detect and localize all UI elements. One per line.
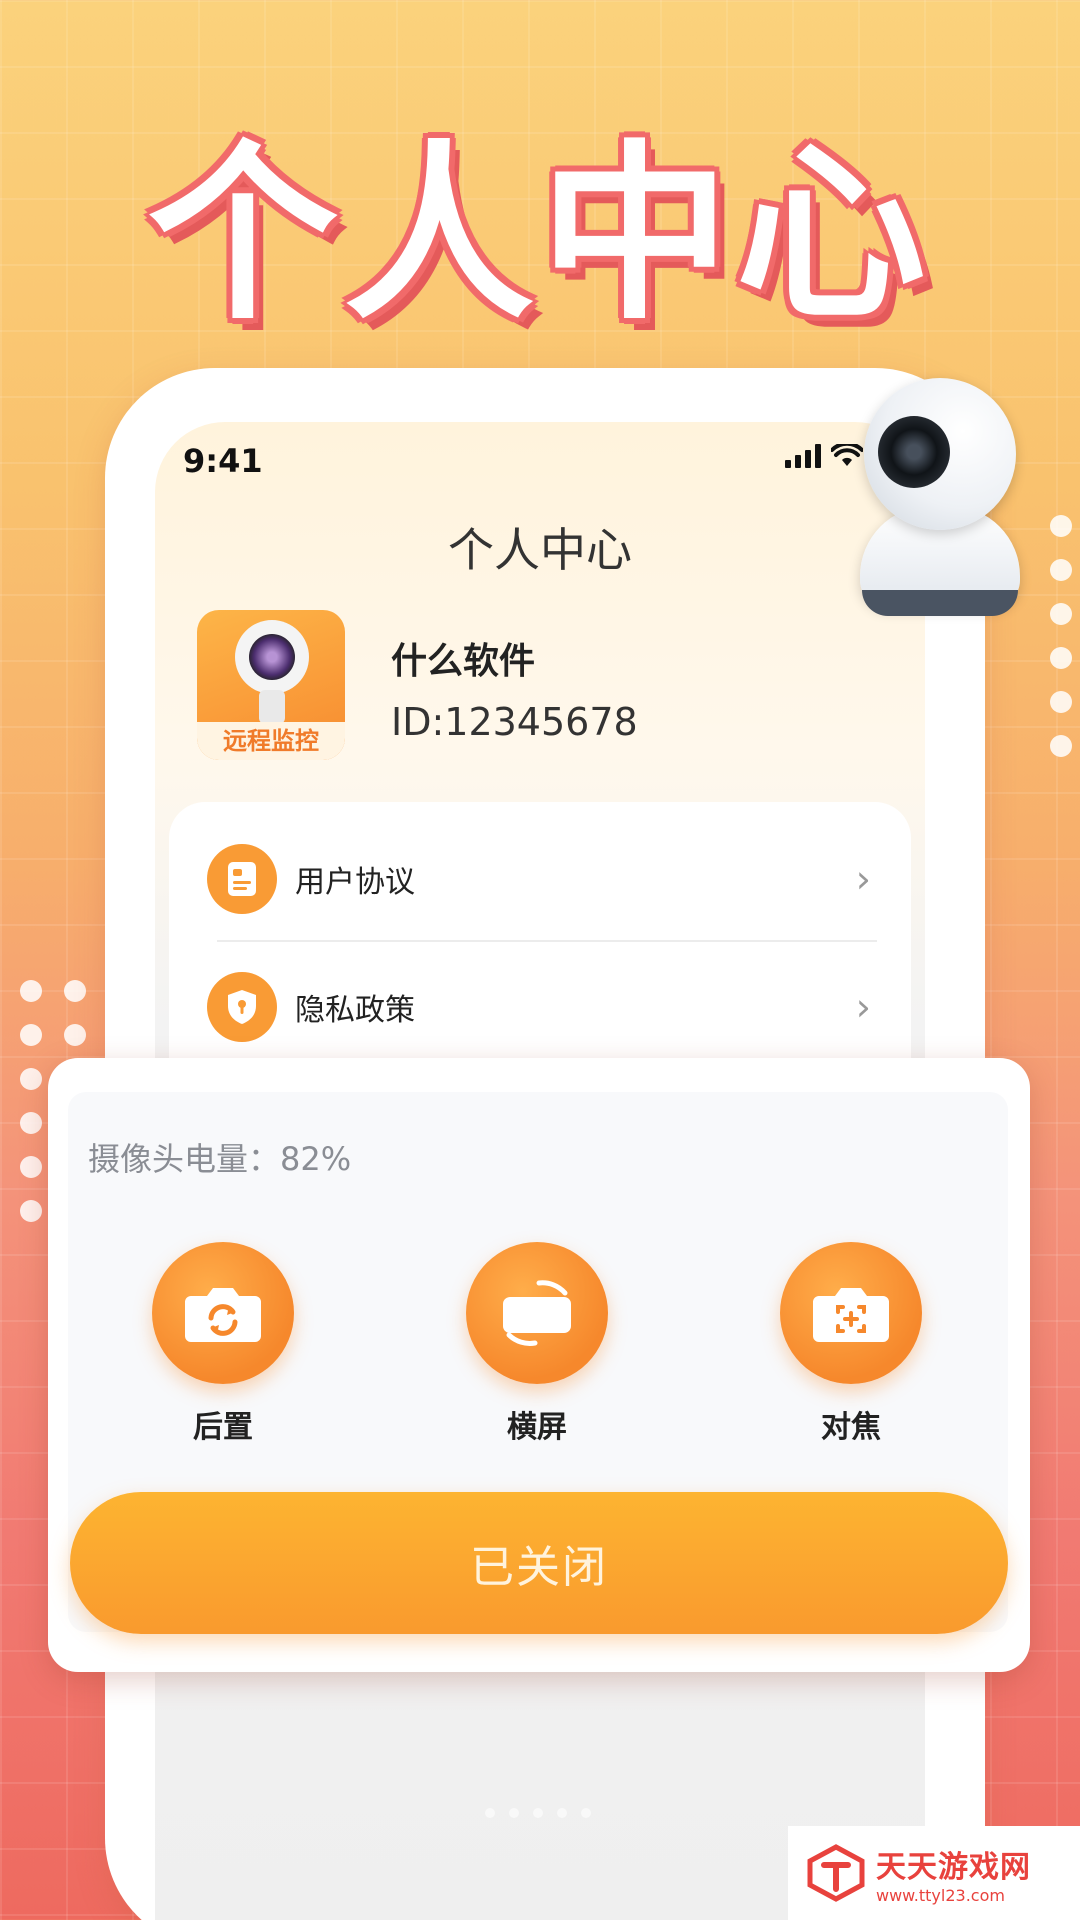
avatar[interactable]: 远程监控 <box>197 610 345 760</box>
security-camera-illustration <box>860 378 1020 624</box>
landscape-label: 横屏 <box>507 1410 567 1445</box>
menu-item-user-agreement[interactable]: 用户协议 › <box>169 824 911 934</box>
focus-button[interactable]: 对焦 <box>776 1242 926 1446</box>
camera-control-panel: 摄像头电量：82% 后置 横屏 对焦 已关闭 <box>48 1058 1030 1672</box>
user-name: 什么软件 <box>391 641 536 682</box>
watermark-title: 天天游戏网 <box>876 1849 1031 1885</box>
menu-item-label: 用户协议 <box>295 865 415 900</box>
watermark-url: www.ttyl23.com <box>876 1885 1005 1905</box>
wifi-icon <box>831 444 863 466</box>
screen-title: 个人中心 <box>448 523 632 577</box>
site-watermark: 天天游戏网 www.ttyl23.com <box>788 1826 1080 1920</box>
landscape-button[interactable]: 横屏 <box>462 1242 612 1446</box>
chevron-right-icon: › <box>855 857 871 901</box>
rotate-screen-icon <box>466 1242 608 1384</box>
document-icon <box>207 844 277 914</box>
status-icons <box>785 444 863 468</box>
camera-focus-icon <box>780 1242 922 1384</box>
avatar-tag: 远程监控 <box>197 722 345 760</box>
menu-card: 用户协议 › 隐私政策 › <box>169 802 911 1102</box>
rear-camera-button[interactable]: 后置 <box>148 1242 298 1446</box>
power-toggle-button[interactable]: 已关闭 <box>70 1492 1008 1634</box>
signal-icon <box>785 444 821 468</box>
shield-lock-icon <box>207 972 277 1042</box>
menu-divider <box>217 940 877 942</box>
user-id: ID:12345678 <box>391 700 638 744</box>
page-indicator <box>485 1808 591 1818</box>
focus-label: 对焦 <box>821 1410 881 1445</box>
watermark-logo-icon <box>807 1844 865 1902</box>
decorative-dots-right <box>1050 515 1072 757</box>
status-time: 9:41 <box>183 442 263 480</box>
camera-switch-icon <box>152 1242 294 1384</box>
page-headline: 个人中心 <box>147 124 932 345</box>
rear-camera-label: 后置 <box>193 1410 253 1445</box>
battery-level-text: 摄像头电量：82% <box>88 1140 352 1178</box>
menu-item-privacy-policy[interactable]: 隐私政策 › <box>169 952 911 1062</box>
menu-item-label: 隐私政策 <box>295 993 415 1028</box>
chevron-right-icon: › <box>855 985 871 1029</box>
